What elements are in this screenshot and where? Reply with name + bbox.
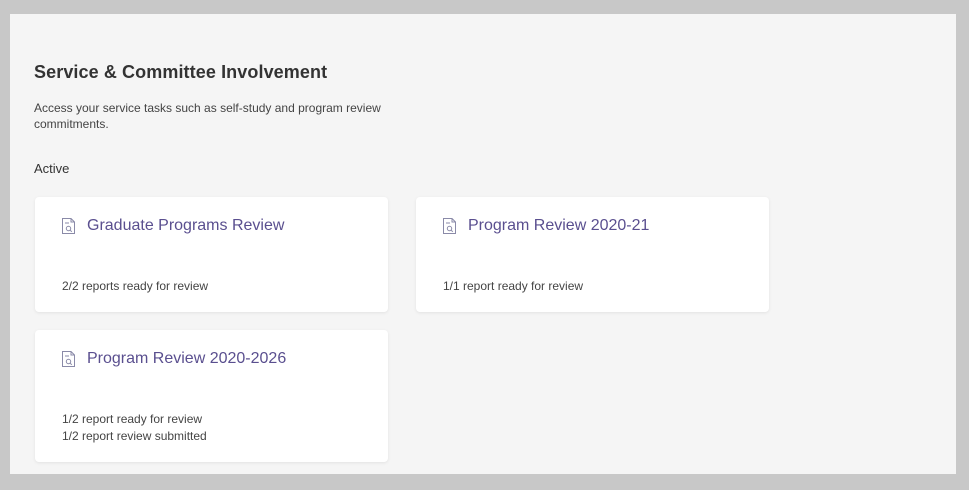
page-title: Service & Committee Involvement: [34, 62, 328, 82]
card-header: Program Review 2020-2026: [62, 350, 286, 368]
status-line: 1/1 report ready for review: [443, 279, 584, 293]
card-status: 1/1 report ready for review: [443, 278, 583, 295]
card-header: Program Review 2020-21: [443, 217, 649, 235]
review-card-graduate-programs[interactable]: Graduate Programs Review 2/2 reports rea…: [35, 197, 388, 312]
document-icon: [443, 218, 456, 234]
card-status: 1/2 report ready for review 1/2 report r…: [62, 411, 207, 445]
status-line: 1/2 report review submitted: [62, 429, 207, 443]
document-icon: [62, 351, 75, 367]
review-card-program-review-2020-21[interactable]: Program Review 2020-21 1/1 report ready …: [416, 197, 769, 312]
card-header: Graduate Programs Review: [62, 217, 284, 235]
document-icon: [62, 218, 75, 234]
card-title[interactable]: Graduate Programs Review: [87, 217, 284, 235]
service-panel: Service & Committee Involvement Access y…: [10, 14, 956, 474]
card-title[interactable]: Program Review 2020-2026: [87, 350, 286, 368]
page-description: Access your service tasks such as self-s…: [34, 101, 381, 131]
review-card-program-review-2020-2026[interactable]: Program Review 2020-2026 1/2 report read…: [35, 330, 388, 462]
status-line: 1/2 report ready for review: [62, 412, 203, 426]
card-status: 2/2 reports ready for review: [62, 278, 208, 295]
card-title[interactable]: Program Review 2020-21: [468, 217, 649, 235]
status-line: 2/2 reports ready for review: [62, 279, 209, 293]
section-label-active: Active: [34, 161, 70, 176]
